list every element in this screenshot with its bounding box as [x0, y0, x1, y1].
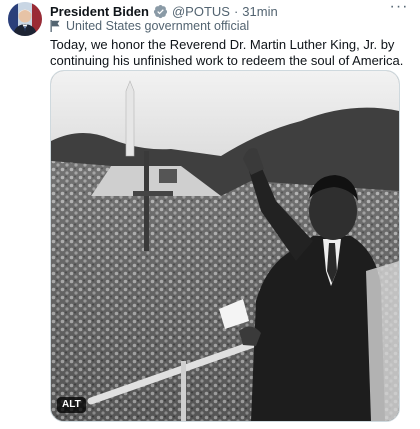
more-options-button[interactable]: ··· [388, 0, 410, 18]
photo-mlk-march-on-washington [51, 71, 399, 421]
author-handle[interactable]: @POTUS [172, 4, 230, 19]
author-name[interactable]: President Biden [50, 4, 149, 19]
avatar-image [8, 2, 42, 36]
affiliation-label: United States government official [50, 18, 249, 34]
tweet-card[interactable]: President Biden @POTUS · 31min ··· Unite… [0, 0, 420, 429]
tweet-timestamp[interactable]: 31min [242, 4, 277, 19]
more-icon: ··· [389, 0, 409, 15]
tweet-text: Today, we honor the Reverend Dr. Martin … [50, 37, 404, 68]
alt-text-badge[interactable]: ALT [57, 397, 86, 413]
flag-icon [50, 20, 60, 32]
separator-dot: · [233, 3, 239, 19]
tweet-photo[interactable] [50, 70, 400, 422]
affiliation-text: United States government official [66, 19, 250, 33]
author-avatar[interactable] [8, 2, 42, 36]
verified-badge-icon [153, 4, 168, 18]
